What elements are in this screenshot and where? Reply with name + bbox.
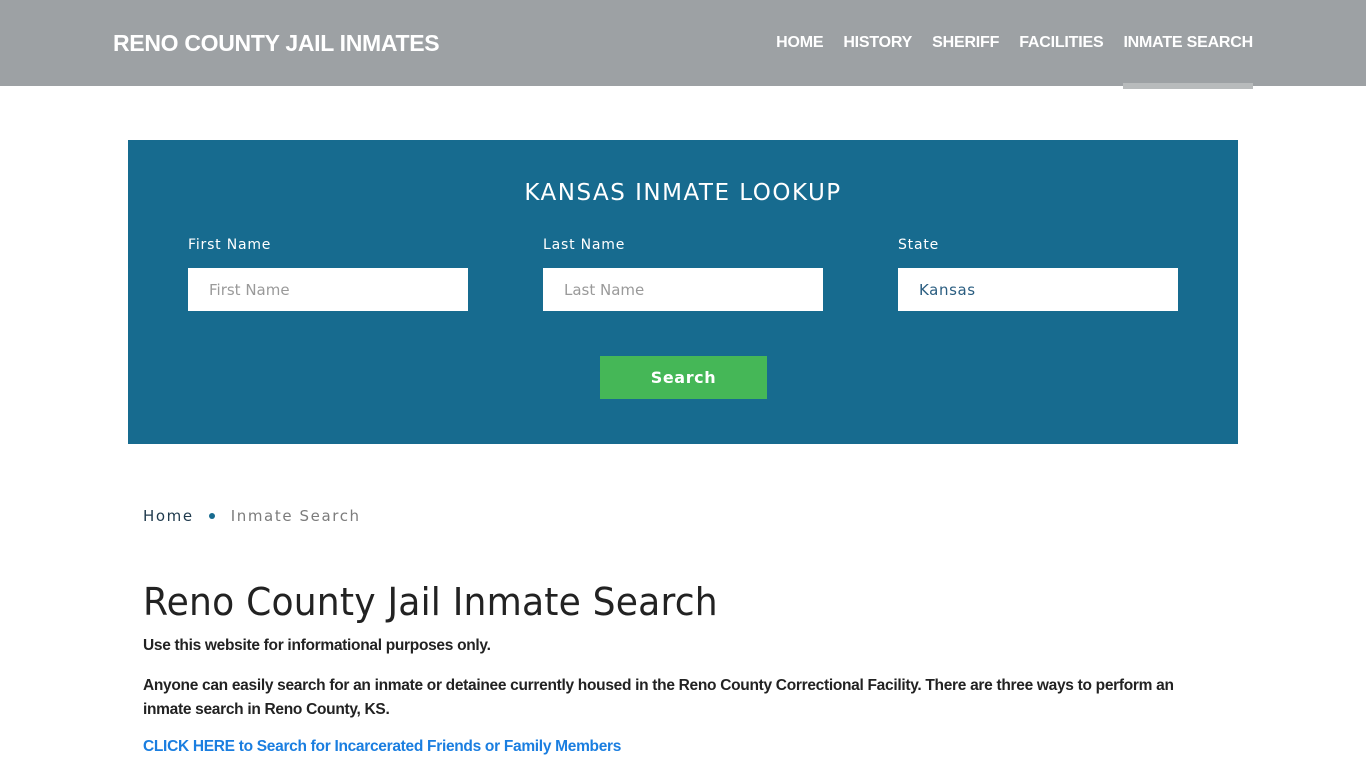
- breadcrumb-home-link[interactable]: Home: [143, 507, 194, 525]
- nav-facilities[interactable]: FACILITIES: [1019, 0, 1103, 86]
- main-nav: HOME HISTORY SHERIFF FACILITIES INMATE S…: [756, 0, 1253, 89]
- lookup-title: KANSAS INMATE LOOKUP: [524, 180, 842, 206]
- first-name-input[interactable]: [188, 268, 468, 311]
- nav-home[interactable]: HOME: [776, 0, 823, 86]
- state-label: State: [898, 237, 940, 253]
- search-button[interactable]: Search: [600, 356, 767, 399]
- state-input[interactable]: [898, 268, 1178, 311]
- breadcrumb-current: Inmate Search: [230, 507, 361, 525]
- nav-inmate-search[interactable]: INMATE SEARCH: [1123, 0, 1253, 89]
- nav-sheriff[interactable]: SHERIFF: [932, 0, 999, 86]
- site-header: RENO COUNTY JAIL INMATES HOME HISTORY SH…: [0, 0, 1366, 89]
- page-title: Reno County Jail Inmate Search: [143, 580, 718, 624]
- intro-paragraph: Anyone can easily search for an inmate o…: [143, 677, 1174, 718]
- search-friends-family-link[interactable]: CLICK HERE to Search for Incarcerated Fr…: [143, 738, 621, 756]
- last-name-label: Last Name: [543, 237, 626, 253]
- site-brand-link[interactable]: RENO COUNTY JAIL INMATES: [113, 30, 440, 57]
- first-name-label: First Name: [188, 237, 272, 253]
- nav-history[interactable]: HISTORY: [843, 0, 912, 86]
- last-name-input[interactable]: [543, 268, 823, 311]
- breadcrumb-separator-dot: [208, 513, 215, 519]
- disclaimer-text: Use this website for informational purpo…: [143, 637, 491, 654]
- breadcrumb: Home Inmate Search: [143, 507, 361, 525]
